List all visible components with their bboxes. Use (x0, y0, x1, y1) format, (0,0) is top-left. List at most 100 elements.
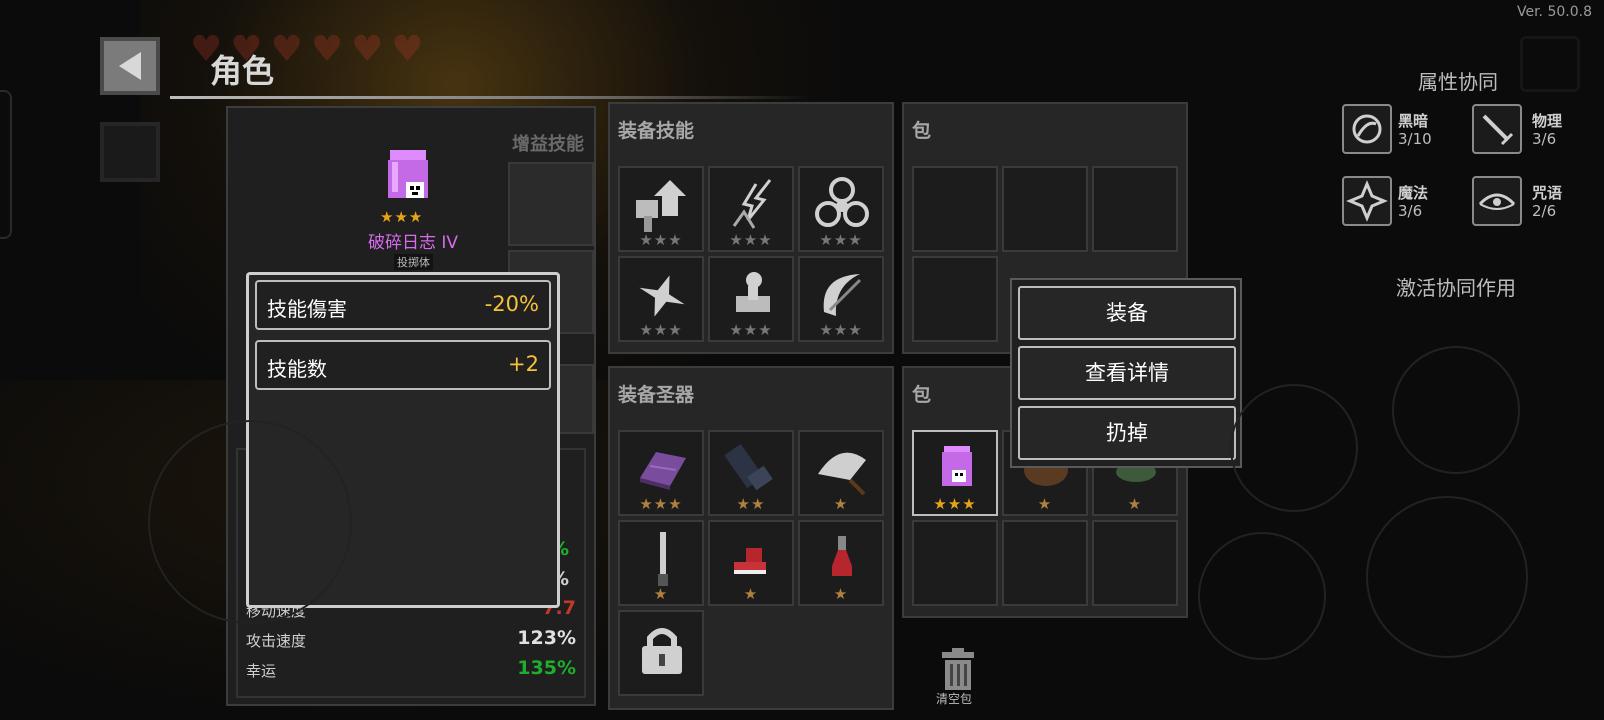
bag-slot[interactable] (1092, 166, 1178, 252)
synergy-count: 3/6 (1398, 202, 1423, 220)
stat-row-luck: 幸运 135% (246, 657, 576, 681)
attack-control[interactable] (1366, 496, 1528, 658)
heart-icon: ♥ (391, 29, 424, 70)
bag-slot[interactable] (1002, 166, 1088, 252)
version-label: Ver. 50.0.8 (1516, 4, 1592, 20)
crescent-slash-icon (823, 274, 862, 316)
synergy-dark-button[interactable] (1342, 104, 1392, 154)
page-title: 角色 (210, 52, 275, 90)
skill-stars: ★★★ (639, 231, 683, 249)
skill-stars: ★★★ (819, 231, 863, 249)
bag-item-stars: ★★★ (933, 495, 977, 513)
skill-slot[interactable]: ★★★ (798, 166, 884, 252)
stat-label: 幸运 (246, 662, 277, 680)
purple-book-icon (640, 452, 686, 490)
lock-icon (642, 628, 682, 674)
bag-item-stars: ★ (1127, 495, 1143, 513)
equip-skills-panel: 装备技能 ★★★ ★★★ ★★★ ★★★ ★★★ ★★★ (608, 102, 894, 354)
relic-slot[interactable]: ★★★ (618, 430, 704, 516)
synergy-count: 3/6 (1532, 130, 1557, 148)
bag-slot[interactable] (1002, 520, 1088, 606)
discard-button[interactable]: 扔掉 (1018, 406, 1236, 460)
dark-gauntlet-icon (724, 443, 773, 491)
bag-slot-selected[interactable]: ★★★ (912, 430, 998, 516)
skill-slot[interactable]: ★★★ (708, 166, 794, 252)
red-potion-icon (832, 536, 852, 576)
heart-icon: ♥ (270, 29, 303, 70)
skill-stars: ★★★ (729, 321, 773, 339)
bag-slot[interactable] (912, 256, 998, 342)
lightning-figure-icon (732, 179, 772, 229)
relic-slot[interactable]: ★★ (708, 430, 794, 516)
relic-stars: ★★ (736, 495, 766, 513)
synergy-title: 属性协同 (1418, 70, 1498, 94)
shuriken-icon (639, 275, 685, 317)
synergy-magic-button[interactable] (1342, 176, 1392, 226)
tooltip-row-skill-damage: 技能傷害 -20% (255, 280, 551, 330)
minimap-button[interactable] (100, 122, 160, 182)
character-sprite-icon (388, 150, 428, 198)
relic-stars: ★ (653, 585, 669, 603)
buff-skills-title: 增益技能 (512, 134, 584, 155)
bag-slot[interactable] (912, 166, 998, 252)
equip-skills-title: 装备技能 (618, 120, 695, 142)
jump-control[interactable] (1198, 532, 1326, 660)
relic-stars: ★ (833, 495, 849, 513)
heart-icon: ♥ (351, 29, 384, 70)
skill-stars: ★★★ (639, 321, 683, 339)
biohazard-icon (815, 177, 869, 227)
magic-star-icon (1346, 180, 1388, 222)
synergy-count: 2/6 (1532, 202, 1557, 220)
synergy-name: 黑暗 (1398, 112, 1429, 130)
side-drawer-edge[interactable] (0, 90, 12, 239)
relic-slot-locked[interactable] (618, 610, 704, 696)
purple-log-icon (942, 446, 972, 486)
skill-slot[interactable]: ★★★ (708, 256, 794, 342)
back-button[interactable] (100, 37, 160, 95)
stat-label: 攻击速度 (246, 632, 307, 650)
relic-slot[interactable]: ★ (798, 520, 884, 606)
bag-slot[interactable] (1092, 520, 1178, 606)
synergy-name: 物理 (1532, 112, 1563, 130)
bag-item-stars: ★ (1037, 495, 1053, 513)
stat-value: 135% (517, 657, 576, 679)
movement-joystick[interactable] (148, 420, 352, 624)
back-arrow-icon (119, 52, 141, 80)
character-subtitle: 投掷体 (394, 254, 433, 270)
synergy-count: 3/10 (1398, 130, 1432, 148)
activate-synergy-label: 激活协同作用 (1396, 276, 1516, 300)
feather-fan-icon (818, 452, 866, 496)
stat-value: 123% (517, 627, 576, 649)
relic-slot[interactable]: ★ (618, 520, 704, 606)
relic-stars: ★ (833, 585, 849, 603)
equip-relics-panel: 装备圣器 ★★★ ★★ ★ ★ ★ ★ (608, 366, 894, 710)
dagger-icon (658, 532, 668, 586)
character-stars: ★★★ (380, 208, 424, 226)
skill-slot[interactable]: ★★★ (618, 166, 704, 252)
skill-slot[interactable]: ★★★ (798, 256, 884, 342)
tooltip-row-skill-count: 技能数 +2 (255, 340, 551, 390)
skill-slot[interactable]: ★★★ (618, 256, 704, 342)
dash-control[interactable] (1230, 384, 1358, 512)
relic-slot[interactable]: ★ (798, 430, 884, 516)
buff-skill-slot[interactable] (508, 162, 594, 246)
pause-button[interactable] (1520, 36, 1580, 92)
relic-slot[interactable]: ★ (708, 520, 794, 606)
view-details-button[interactable]: 查看详情 (1018, 346, 1236, 400)
synergy-physical-button[interactable] (1472, 104, 1522, 154)
bag-title: 包 (912, 384, 932, 406)
synergy-curse-button[interactable] (1472, 176, 1522, 226)
relic-stars: ★★★ (639, 495, 683, 513)
tooltip-value: -20% (484, 292, 539, 316)
curse-eye-icon (1478, 193, 1516, 210)
dark-orb-icon (1352, 114, 1382, 144)
sword-icon (1482, 114, 1514, 146)
clear-bag-label[interactable]: 清空包 (936, 690, 972, 707)
skill-control[interactable] (1392, 346, 1520, 474)
title-underline (170, 96, 810, 99)
bag-slot[interactable] (912, 520, 998, 606)
equip-button[interactable]: 装备 (1018, 286, 1236, 340)
bag-title: 包 (912, 120, 932, 142)
tooltip-label: 技能数 (267, 357, 327, 381)
relic-stars: ★ (743, 585, 759, 603)
